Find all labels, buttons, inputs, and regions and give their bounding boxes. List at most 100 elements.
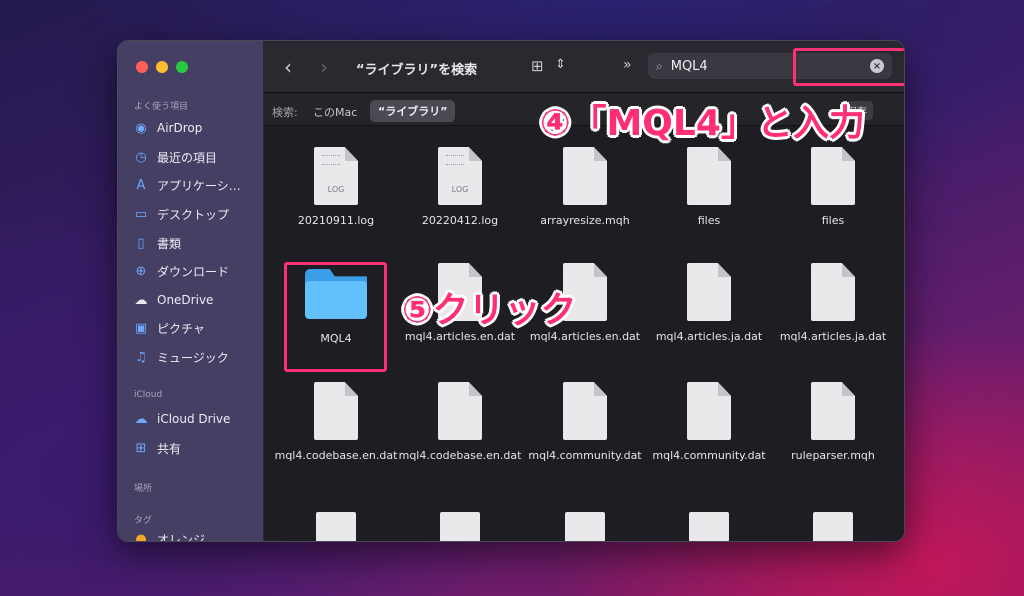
sidebar-item-onedrive[interactable]: ☁ OneDrive (132, 290, 214, 310)
document-icon (563, 382, 607, 440)
sidebar-item-tag-orange[interactable]: ● オレンジ (132, 529, 205, 542)
clock-icon: ◷ (135, 149, 147, 165)
applications-icon: A (136, 177, 146, 193)
sidebar-item-label: ミュージック (157, 350, 229, 365)
download-icon: ⊕ (135, 263, 147, 279)
document-icon (811, 147, 855, 205)
sidebar-item-documents[interactable]: ▯ 書類 (132, 233, 181, 253)
file-item[interactable]: mql4.community.dat (647, 382, 771, 463)
sidebar-item-label: iCloud Drive (157, 412, 231, 426)
sidebar-item-music[interactable]: ♫ ミュージック (132, 347, 229, 367)
document-icon (314, 382, 358, 440)
folder-highlight-box (284, 262, 387, 372)
sidebar-item-recents[interactable]: ◷ 最近の項目 (132, 147, 217, 167)
sidebar-item-label: アプリケーシ… (157, 178, 241, 193)
step5-annotation: ⑤クリック (402, 290, 577, 331)
sidebar-item-applications[interactable]: A アプリケーシ… (132, 175, 241, 195)
document-icon (811, 263, 855, 321)
file-item[interactable]: arrayresize.mqh (523, 147, 647, 228)
step4-annotation: ④「MQL4」と入力 (540, 103, 865, 144)
sidebar-item-shared[interactable]: ⊞ 共有 (132, 438, 181, 458)
sidebar-item-label: ピクチャ (157, 321, 205, 336)
file-name: mql4.articles.ja.dat (655, 330, 763, 343)
shared-folder-icon: ⊞ (135, 440, 147, 456)
document-icon (563, 147, 607, 205)
sidebar-item-label: オレンジ (157, 532, 206, 542)
file-name: files (821, 214, 845, 227)
file-item[interactable]: mql4.articles.ja.dat (771, 263, 895, 344)
orange-tag-icon: ● (135, 531, 147, 542)
locations-header: 場所 (134, 484, 153, 494)
file-name: 20210911.log (297, 214, 375, 227)
document-icon (438, 382, 482, 440)
sidebar-item-label: OneDrive (157, 293, 214, 307)
file-name: mql4.community.dat (652, 449, 766, 462)
document-icon (440, 512, 480, 541)
zoom-button[interactable] (176, 61, 188, 73)
sidebar-item-label: AirDrop (157, 121, 203, 135)
tags-header: タグ (134, 516, 153, 526)
sidebar-item-label: 書類 (157, 236, 182, 251)
file-item[interactable]: mql4.codebase.en.dat (398, 382, 522, 463)
file-item[interactable]: mql4.articles.ja.dat (647, 263, 771, 344)
document-icon (813, 512, 853, 541)
sidebar-item-label: ダウンロード (157, 264, 230, 279)
document-icon (687, 147, 731, 205)
sidebar-item-pictures[interactable]: ▣ ピクチャ (132, 318, 205, 338)
document-icon (811, 382, 855, 440)
grid-view-icon[interactable]: ⊞ (531, 57, 544, 75)
file-name: files (697, 214, 721, 227)
music-icon: ♫ (135, 349, 147, 365)
search-icon: ⌕ (656, 58, 663, 73)
file-item[interactable]: files (647, 147, 771, 228)
window-title: “ライブラリ”を検索 (356, 63, 478, 78)
file-item[interactable]: mql4.community.dat (523, 382, 647, 463)
scope-this-mac[interactable]: このMac (313, 104, 357, 120)
file-item[interactable]: ruleparser.mqh (771, 382, 895, 463)
sidebar-item-airdrop[interactable]: ◉ AirDrop (132, 118, 202, 138)
sidebar-item-label: 共有 (157, 441, 182, 456)
sidebar-item-label: 最近の項目 (157, 150, 218, 165)
file-name: mql4.codebase.en.dat (274, 449, 398, 462)
sidebar-item-icloud-drive[interactable]: ☁ iCloud Drive (132, 409, 231, 429)
log-file-icon: LOG (314, 147, 358, 205)
file-item[interactable]: LOG 20220412.log (398, 147, 522, 228)
icloud-header: iCloud (134, 390, 163, 400)
scope-library[interactable]: “ライブラリ” (370, 100, 456, 122)
file-item[interactable]: LOG 20210911.log (274, 147, 398, 228)
sidebar: よく使う項目 ◉ AirDrop ◷ 最近の項目 A アプリケーシ… ▭ デスク… (118, 41, 264, 541)
document-icon (316, 512, 356, 541)
desktop-icon: ▭ (134, 206, 148, 222)
chevron-updown-icon[interactable]: ⇕ (555, 57, 566, 72)
document-icon (687, 263, 731, 321)
document-icon: ▯ (137, 235, 145, 251)
favorites-header: よく使う項目 (134, 102, 189, 112)
file-name: ruleparser.mqh (791, 449, 875, 462)
document-icon (565, 512, 605, 541)
sidebar-item-downloads[interactable]: ⊕ ダウンロード (132, 261, 229, 281)
file-name: mql4.community.dat (528, 449, 642, 462)
file-item[interactable]: files (771, 147, 895, 228)
more-toolbar-button[interactable]: » (623, 57, 632, 73)
airdrop-icon: ◉ (135, 120, 147, 136)
document-icon (687, 382, 731, 440)
scope-label: 検索: (272, 106, 298, 119)
file-item[interactable]: mql4.codebase.en.dat (274, 382, 398, 463)
forward-button[interactable]: › (320, 55, 328, 79)
search-highlight-box (793, 48, 904, 86)
minimize-button[interactable] (156, 61, 168, 73)
sidebar-item-desktop[interactable]: ▭ デスクトップ (132, 204, 229, 224)
file-name: mql4.articles.ja.dat (779, 330, 887, 343)
window-controls (136, 61, 188, 73)
icloud-icon: ☁ (134, 411, 148, 427)
file-name: 20220412.log (421, 214, 499, 227)
back-button[interactable]: ‹ (284, 55, 292, 79)
cloud-icon: ☁ (134, 292, 148, 308)
document-icon (689, 512, 729, 541)
log-file-icon: LOG (438, 147, 482, 205)
file-name: arrayresize.mqh (540, 214, 630, 227)
sidebar-item-label: デスクトップ (157, 207, 230, 222)
file-name: mql4.codebase.en.dat (398, 449, 522, 462)
file-grid: LOG 20210911.log LOG 20220412.log arrayr… (264, 127, 904, 541)
close-button[interactable] (136, 61, 148, 73)
